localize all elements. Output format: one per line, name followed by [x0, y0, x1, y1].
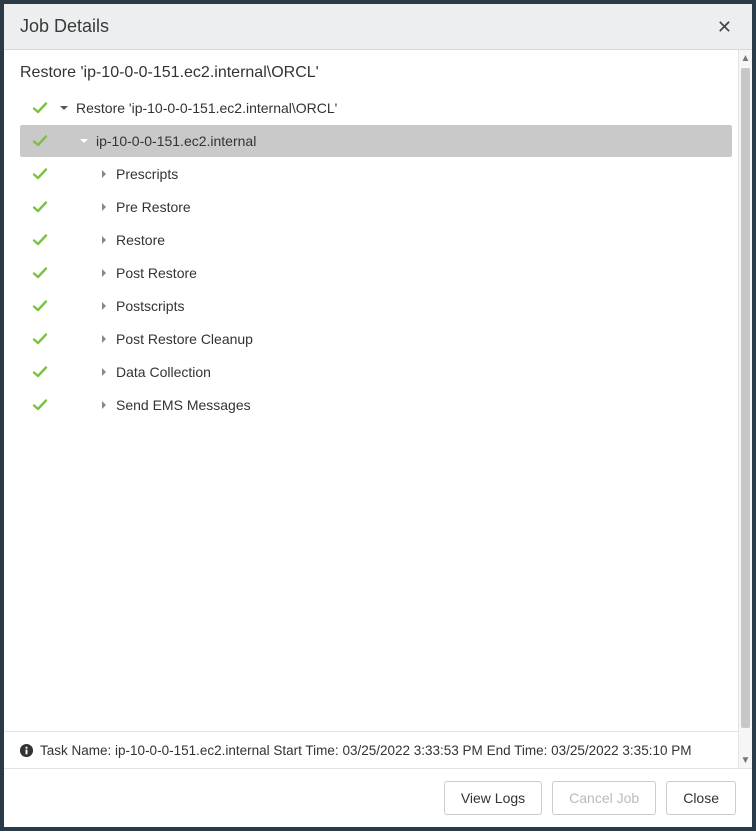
tree-row[interactable]: Send EMS Messages [20, 389, 732, 421]
view-logs-button[interactable]: View Logs [444, 781, 542, 815]
tree-row[interactable]: Prescripts [20, 158, 732, 190]
status-success-icon [26, 331, 54, 347]
dialog-body: Restore 'ip-10-0-0-151.ec2.internal\ORCL… [4, 50, 752, 827]
tree-row[interactable]: Pre Restore [20, 191, 732, 223]
status-success-icon [26, 133, 54, 149]
tree-row[interactable]: Postscripts [20, 290, 732, 322]
tree-label: Pre Restore [114, 199, 191, 215]
status-success-icon [26, 265, 54, 281]
dialog-footer: View Logs Cancel Job Close [4, 768, 752, 827]
tree-label: ip-10-0-0-151.ec2.internal [94, 133, 256, 149]
chevron-down-icon[interactable] [54, 103, 74, 113]
chevron-right-icon[interactable] [94, 367, 114, 377]
titlebar: Job Details ✕ [4, 4, 752, 50]
chevron-down-icon[interactable] [74, 136, 94, 146]
chevron-right-icon[interactable] [94, 301, 114, 311]
job-tree: Restore 'ip-10-0-0-151.ec2.internal\ORCL… [4, 92, 752, 731]
info-text: Task Name: ip-10-0-0-151.ec2.internal St… [40, 743, 691, 758]
close-button[interactable]: Close [666, 781, 736, 815]
chevron-right-icon[interactable] [94, 169, 114, 179]
job-details-dialog: Job Details ✕ Restore 'ip-10-0-0-151.ec2… [0, 0, 756, 831]
scrollbar-thumb[interactable] [741, 68, 750, 728]
status-success-icon [26, 199, 54, 215]
tree-label: Postscripts [114, 298, 184, 314]
status-success-icon [26, 232, 54, 248]
task-info-bar: Task Name: ip-10-0-0-151.ec2.internal St… [4, 731, 752, 768]
chevron-right-icon[interactable] [94, 400, 114, 410]
chevron-right-icon[interactable] [94, 235, 114, 245]
chevron-right-icon[interactable] [94, 268, 114, 278]
scroll-down-icon[interactable]: ▼ [739, 752, 752, 768]
status-success-icon [26, 100, 54, 116]
status-success-icon [26, 397, 54, 413]
status-success-icon [26, 364, 54, 380]
chevron-right-icon[interactable] [94, 334, 114, 344]
scroll-up-icon[interactable]: ▲ [739, 50, 752, 66]
cancel-job-button: Cancel Job [552, 781, 656, 815]
tree-row[interactable]: Restore [20, 224, 732, 256]
tree-row[interactable]: Post Restore [20, 257, 732, 289]
status-success-icon [26, 298, 54, 314]
tree-label: Restore 'ip-10-0-0-151.ec2.internal\ORCL… [74, 100, 337, 116]
tree-label: Prescripts [114, 166, 178, 182]
tree-row-root[interactable]: Restore 'ip-10-0-0-151.ec2.internal\ORCL… [20, 92, 732, 124]
tree-row[interactable]: Data Collection [20, 356, 732, 388]
tree-label: Post Restore Cleanup [114, 331, 253, 347]
tree-row[interactable]: Post Restore Cleanup [20, 323, 732, 355]
job-subtitle: Restore 'ip-10-0-0-151.ec2.internal\ORCL… [4, 50, 752, 92]
info-icon [18, 742, 34, 758]
scrollbar[interactable]: ▲ ▼ [738, 50, 752, 768]
tree-label: Post Restore [114, 265, 197, 281]
dialog-title: Job Details [20, 16, 109, 37]
tree-label: Send EMS Messages [114, 397, 251, 413]
tree-row-host[interactable]: ip-10-0-0-151.ec2.internal [20, 125, 732, 157]
status-success-icon [26, 166, 54, 182]
close-icon[interactable]: ✕ [713, 18, 736, 36]
tree-label: Data Collection [114, 364, 211, 380]
tree-label: Restore [114, 232, 165, 248]
chevron-right-icon[interactable] [94, 202, 114, 212]
